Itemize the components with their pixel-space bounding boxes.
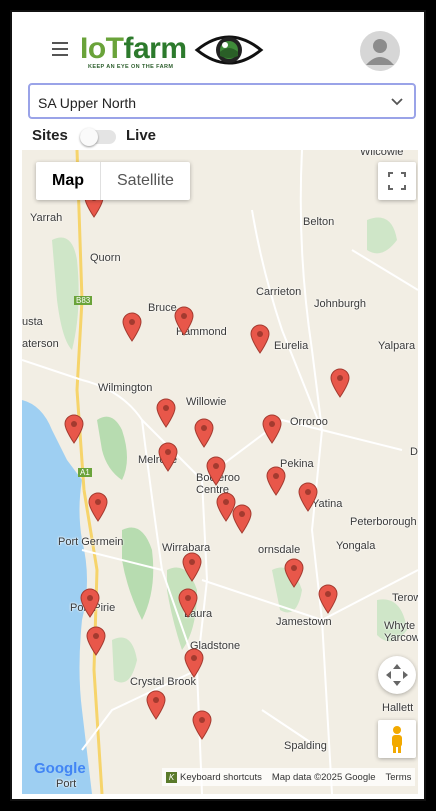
fullscreen-button[interactable] <box>378 162 416 200</box>
place-label: Jamestown <box>276 616 332 628</box>
fullscreen-icon <box>388 172 406 190</box>
camera-move-icon <box>386 664 408 686</box>
site-marker-pin-icon[interactable] <box>250 324 270 354</box>
place-label: usta <box>22 316 43 328</box>
place-label: Wilmington <box>98 382 153 394</box>
terms-link[interactable]: Terms <box>386 772 412 783</box>
hamburger-menu-icon[interactable] <box>52 42 68 56</box>
road-marker: B83 <box>74 296 93 305</box>
site-marker-pin-icon[interactable] <box>298 482 318 512</box>
map-attribution-bar: K Keyboard shortcuts Map data ©2025 Googl… <box>162 768 416 786</box>
site-marker-pin-icon[interactable] <box>156 398 176 428</box>
place-label: Johnburgh <box>314 298 366 310</box>
site-marker-pin-icon[interactable] <box>146 690 166 720</box>
user-avatar-icon[interactable] <box>360 31 400 71</box>
google-logo-text: Google <box>34 760 86 777</box>
region-selected-value: SA Upper North <box>38 95 137 111</box>
camera-control-button[interactable] <box>378 656 416 694</box>
site-marker-pin-icon[interactable] <box>182 552 202 582</box>
sites-live-toggle-row: Sites Live <box>22 122 418 150</box>
site-marker-pin-icon[interactable] <box>262 414 282 444</box>
map-type-map-button[interactable]: Map <box>36 162 100 200</box>
live-label: Live <box>126 127 157 144</box>
place-label: Port <box>56 778 77 790</box>
street-view-pegman-button[interactable] <box>378 720 416 758</box>
region-select[interactable]: SA Upper North <box>28 83 416 119</box>
site-marker-pin-icon[interactable] <box>86 626 106 656</box>
logo-part2: farm <box>123 32 188 65</box>
map-type-satellite-button[interactable]: Satellite <box>100 162 190 200</box>
keyboard-shortcuts-link[interactable]: K Keyboard shortcuts <box>166 771 262 783</box>
app-screen: IoTfarm KEEP AN EYE ON THE FARM SA Upper… <box>22 22 418 794</box>
site-marker-pin-icon[interactable] <box>266 466 286 496</box>
map-view[interactable]: Wilcowie Yarrah Belton Quorn Carrieton B… <box>22 150 418 794</box>
site-marker-pin-icon[interactable] <box>64 414 84 444</box>
app-logo: IoTfarm <box>80 32 187 66</box>
place-label: Belton <box>303 216 335 228</box>
map-data-label: Map data ©2025 Google <box>271 771 376 783</box>
place-label: Carrieton <box>256 286 302 298</box>
site-marker-pin-icon[interactable] <box>206 456 226 486</box>
eye-logo-icon <box>194 35 264 65</box>
site-marker-pin-icon[interactable] <box>194 418 214 448</box>
keyboard-icon: K <box>166 771 177 783</box>
place-label: Yalpara <box>378 340 416 352</box>
app-header: IoTfarm KEEP AN EYE ON THE FARM <box>22 22 418 82</box>
site-marker-pin-icon[interactable] <box>330 368 350 398</box>
google-logo: Google <box>34 760 86 777</box>
map-type-control: Map Satellite <box>36 162 190 200</box>
site-marker-pin-icon[interactable] <box>158 442 178 472</box>
site-marker-pin-icon[interactable] <box>174 306 194 336</box>
place-label: Wilcowie <box>360 150 404 158</box>
site-marker-pin-icon[interactable] <box>284 558 304 588</box>
site-marker-pin-icon[interactable] <box>80 588 100 618</box>
place-label: Yongala <box>336 540 376 552</box>
chevron-down-icon <box>391 98 403 106</box>
place-label: Willowie <box>186 396 227 408</box>
place-label: ornsdale <box>258 544 301 556</box>
place-label: Quorn <box>90 252 121 264</box>
place-label: Orroroo <box>290 416 328 428</box>
place-label: Yarrah <box>30 212 63 224</box>
place-label: Hallett <box>382 702 414 714</box>
site-marker-pin-icon[interactable] <box>318 584 338 614</box>
site-marker-pin-icon[interactable] <box>88 492 108 522</box>
logo-part1: IoT <box>80 32 124 65</box>
road-marker: A1 <box>78 468 92 477</box>
place-label: Whyte Yarcowie <box>384 620 418 644</box>
site-marker-pin-icon[interactable] <box>232 504 252 534</box>
place-label: D <box>410 446 418 458</box>
sites-label: Sites <box>32 127 68 144</box>
place-label: Port Germein <box>58 536 124 548</box>
keyboard-shortcuts-label: Keyboard shortcuts <box>180 771 262 783</box>
live-toggle-switch[interactable] <box>80 128 116 146</box>
place-label: Terow <box>392 592 418 604</box>
place-label: Peterborough <box>350 516 417 528</box>
place-label: aterson <box>22 338 59 350</box>
place-label: Spalding <box>284 740 327 752</box>
logo-tagline: KEEP AN EYE ON THE FARM <box>88 64 174 70</box>
place-label: Bruce <box>148 302 177 314</box>
site-marker-pin-icon[interactable] <box>122 312 142 342</box>
site-marker-pin-icon[interactable] <box>192 710 212 740</box>
place-label: Eurelia <box>274 340 309 352</box>
site-marker-pin-icon[interactable] <box>178 588 198 618</box>
site-marker-pin-icon[interactable] <box>184 648 204 678</box>
pegman-icon <box>392 726 402 753</box>
